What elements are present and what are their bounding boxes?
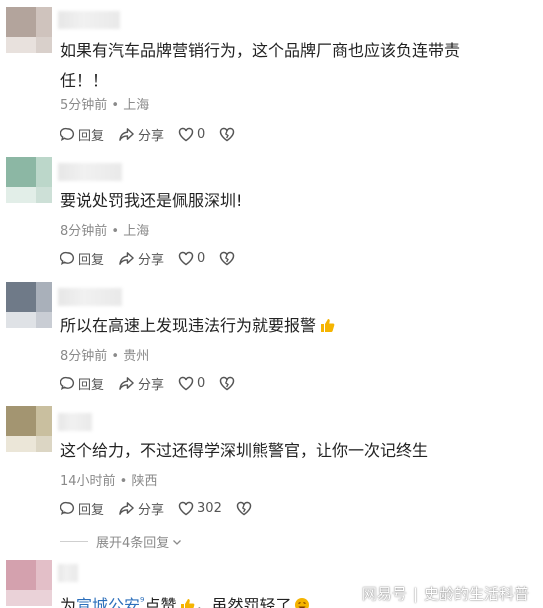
comment-actions: 回复 分享 0	[60, 374, 238, 393]
heart-icon	[178, 501, 194, 515]
chevron-down-icon	[173, 539, 182, 545]
reply-button[interactable]: 回复	[60, 374, 104, 393]
comment-actions: 回复 分享 0	[60, 125, 238, 144]
dislike-button[interactable]	[219, 376, 238, 391]
reply-icon	[60, 376, 75, 390]
like-button[interactable]: 0	[178, 127, 205, 142]
share-label: 分享	[138, 377, 165, 393]
comment-meta: 14小时前 • 陕西	[60, 474, 158, 489]
share-button[interactable]: 分享	[118, 374, 164, 393]
reply-icon	[60, 251, 75, 265]
share-label: 分享	[138, 252, 165, 268]
share-icon	[119, 251, 134, 265]
broken-heart-icon	[220, 251, 235, 265]
heart-icon	[178, 376, 194, 390]
dislike-button[interactable]	[219, 251, 238, 266]
comment-actions: 回复 分享 302	[60, 499, 255, 518]
divider-line	[60, 541, 88, 542]
broken-heart-icon	[220, 376, 235, 390]
thumbs-up-emoji-icon	[319, 313, 335, 343]
thumbs-up-emoji-icon	[179, 593, 195, 608]
comment-item: 所以在高速上发现违法行为就要报警 8分钟前 • 贵州 回复 分享 0	[0, 275, 543, 400]
avatar[interactable]	[6, 560, 52, 606]
reply-button[interactable]: 回复	[60, 249, 104, 268]
like-count: 0	[197, 375, 206, 391]
comment-item: 这个给力，不过还得学深圳熊警官，让你一次记终生 14小时前 • 陕西 回复 分享…	[0, 400, 543, 555]
reply-icon	[60, 127, 75, 141]
comment-meta: 8分钟前 • 上海	[60, 224, 150, 239]
like-button[interactable]: 0	[178, 376, 205, 391]
mention-link[interactable]: 宣城公安	[76, 596, 140, 608]
like-count: 0	[197, 250, 206, 266]
avatar[interactable]	[6, 282, 52, 328]
avatar[interactable]	[6, 7, 52, 53]
share-button[interactable]: 分享	[118, 499, 164, 518]
like-count: 302	[197, 500, 222, 516]
heart-icon	[178, 127, 194, 141]
username[interactable]	[58, 11, 120, 29]
laughing-emoji-icon	[294, 593, 310, 608]
avatar[interactable]	[6, 406, 52, 452]
broken-heart-icon	[236, 501, 252, 515]
share-label: 分享	[138, 128, 165, 144]
comment-text: 要说处罚我还是佩服深圳!	[60, 191, 243, 210]
reply-button[interactable]: 回复	[60, 125, 104, 144]
watermark-brand: 网易号	[361, 585, 407, 603]
username[interactable]	[58, 413, 92, 431]
reply-label: 回复	[78, 502, 105, 518]
comment-actions: 回复 分享 0	[60, 249, 238, 268]
share-icon	[119, 127, 134, 141]
comment-item: 如果有汽车品牌营销行为，这个品牌厂商也应该负连带责 任！！ 5分钟前 • 上海 …	[0, 0, 543, 150]
like-button[interactable]: 0	[178, 251, 205, 266]
comment-text: 所以在高速上发现违法行为就要报警	[60, 311, 503, 343]
watermark-separator: |	[412, 584, 418, 603]
reply-icon	[60, 501, 75, 515]
expand-replies-button[interactable]: 展开4条回复	[60, 532, 183, 551]
share-icon	[119, 376, 134, 390]
comment-meta: 8分钟前 • 贵州	[60, 349, 150, 364]
watermark: 网易号 | 史龄的生活科普	[362, 583, 529, 604]
heart-icon	[178, 251, 194, 265]
reply-label: 回复	[78, 377, 105, 393]
comment-text: 如果有汽车品牌营销行为，这个品牌厂商也应该负连带责 任！！	[60, 41, 461, 90]
username[interactable]	[58, 288, 122, 306]
username[interactable]	[58, 564, 78, 582]
watermark-author: 史龄的生活科普	[423, 585, 529, 603]
share-label: 分享	[138, 502, 165, 518]
broken-heart-icon	[220, 127, 235, 141]
reply-label: 回复	[78, 252, 105, 268]
username[interactable]	[58, 163, 122, 181]
share-button[interactable]: 分享	[118, 125, 164, 144]
share-button[interactable]: 分享	[118, 249, 164, 268]
dislike-button[interactable]	[219, 127, 238, 142]
expand-replies-label: 展开4条回复	[96, 536, 170, 551]
comment-item: 要说处罚我还是佩服深圳! 8分钟前 • 上海 回复 分享 0	[0, 150, 543, 275]
share-icon	[119, 501, 134, 515]
reply-button[interactable]: 回复	[60, 499, 104, 518]
dislike-button[interactable]	[236, 501, 255, 516]
comment-text: 这个给力，不过还得学深圳熊警官，让你一次记终生	[60, 441, 429, 460]
comment-meta: 5分钟前 • 上海	[60, 98, 150, 113]
reply-label: 回复	[78, 128, 105, 144]
avatar[interactable]	[6, 157, 52, 203]
like-count: 0	[197, 126, 206, 142]
like-button[interactable]: 302	[178, 501, 222, 516]
